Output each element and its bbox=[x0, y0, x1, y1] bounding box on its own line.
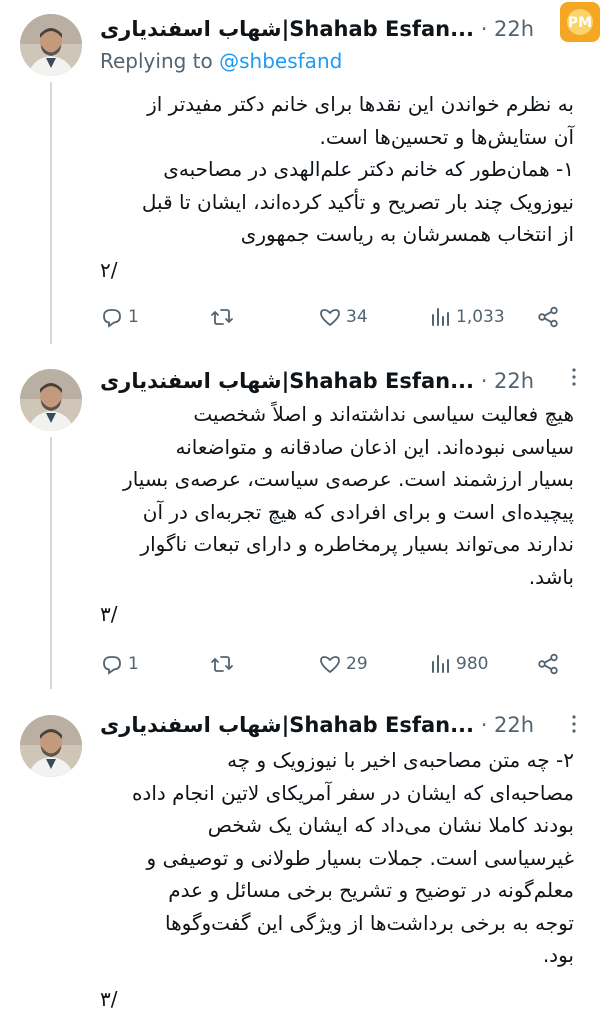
view-count: 980 bbox=[456, 654, 489, 674]
replying-to: Replying to @shbesfand bbox=[100, 47, 342, 75]
reply-count: 1 bbox=[128, 307, 139, 327]
thread-counter: ۳/ bbox=[100, 987, 118, 1011]
views-button[interactable]: 980 bbox=[428, 649, 488, 679]
tweet-line: پیچیده‌ای است و برای افرادی که هیچ تجربه… bbox=[142, 499, 574, 524]
share-icon bbox=[538, 653, 558, 675]
tweet-line: ۱- همان‌طور که خانم دکتر علم‌الهدی در مص… bbox=[163, 157, 574, 181]
thread-counter: ۳/ bbox=[100, 602, 118, 626]
tweet-line: ۲- چه متن مصاحبه‌ی اخیر با نیوزویک و چه bbox=[227, 748, 574, 772]
retweet-icon bbox=[211, 656, 233, 672]
tweet-header: شهاب اسفندیاری|Shahab Esfan... · 22h bbox=[100, 364, 562, 398]
more-icon bbox=[572, 368, 576, 386]
more-options-button[interactable] bbox=[564, 712, 584, 742]
like-count: 34 bbox=[346, 307, 368, 327]
views-icon bbox=[432, 308, 449, 326]
retweet-button[interactable] bbox=[210, 649, 238, 679]
avatar-image bbox=[20, 369, 82, 431]
thread-counter: ۲/ bbox=[100, 258, 118, 282]
tweet-line: به نظرم خواندن این نقدها برای خانم دکتر … bbox=[147, 92, 574, 116]
share-icon bbox=[538, 306, 558, 328]
like-button[interactable]: 29 bbox=[318, 649, 368, 679]
avatar-image bbox=[20, 715, 82, 777]
views-icon bbox=[432, 655, 449, 673]
tweet-header: شهاب اسفندیاری|Shahab Esfan... · 22h bbox=[100, 12, 562, 46]
tweet-2[interactable]: شهاب اسفندیاری|Shahab Esfan... · 22h هیچ… bbox=[0, 345, 602, 690]
like-icon bbox=[320, 656, 340, 673]
tweet-line: نیوزویک چند بار تصریح و تأکید کرده‌اند، … bbox=[141, 189, 574, 214]
retweet-icon bbox=[211, 309, 233, 325]
retweet-button[interactable] bbox=[210, 302, 238, 332]
reply-button[interactable]: 1 bbox=[100, 649, 139, 679]
action-bar: 1 34 1,033 bbox=[100, 302, 580, 332]
author-name[interactable]: شهاب اسفندیاری|Shahab Esfan... bbox=[100, 17, 474, 41]
like-icon bbox=[320, 309, 340, 326]
avatar[interactable] bbox=[20, 14, 82, 76]
share-button[interactable] bbox=[536, 302, 560, 332]
reply-count: 1 bbox=[128, 654, 139, 674]
replying-prefix: Replying to bbox=[100, 49, 213, 73]
tweet-text: ۲- چه متن مصاحبه‌ی اخیر با نیوزویک و چه … bbox=[100, 744, 574, 972]
tweet-line: سیاسی نبوده‌اند. این اذعان صادقانه و متو… bbox=[175, 434, 574, 459]
views-button[interactable]: 1,033 bbox=[428, 302, 505, 332]
timestamp[interactable]: · 22h bbox=[481, 17, 534, 41]
tweet-line: معلم‌گونه در توضیح و تشریح برخی مسائل و … bbox=[168, 878, 574, 902]
view-count: 1,033 bbox=[456, 307, 505, 327]
reply-icon bbox=[103, 309, 121, 328]
thread-connector bbox=[50, 437, 52, 689]
tweet-3[interactable]: شهاب اسفندیاری|Shahab Esfan... · 22h ۲- … bbox=[0, 690, 602, 1024]
replying-handle[interactable]: @shbesfand bbox=[219, 49, 342, 73]
tweet-line: هیچ فعالیت سیاسی نداشته‌اند و اصلاً شخصی… bbox=[193, 402, 574, 426]
share-button[interactable] bbox=[536, 649, 560, 679]
timestamp[interactable]: · 22h bbox=[481, 713, 534, 737]
more-options-button[interactable] bbox=[564, 365, 584, 395]
tweet-line: بود. bbox=[542, 943, 574, 967]
tweet-line: توجه به برخی برداشت‌ها از ویژگی این گفت‌… bbox=[165, 910, 574, 935]
tweet-line: غیرسیاسی است. جملات بسیار طولانی و توصیف… bbox=[146, 845, 574, 870]
thread-connector bbox=[50, 82, 52, 344]
tweet-line: از انتخاب همسرشان به ریاست جمهوری bbox=[240, 222, 574, 246]
tweet-1[interactable]: شهاب اسفندیاری|Shahab Esfan... · 22h Rep… bbox=[0, 0, 602, 345]
reply-icon bbox=[103, 656, 121, 675]
tweet-line: باشد. bbox=[528, 564, 574, 589]
avatar[interactable] bbox=[20, 715, 82, 777]
tweet-line: بسیار ارزشمند است. عرصه‌ی سیاست، عرصه‌ی … bbox=[123, 467, 574, 491]
avatar-image bbox=[20, 14, 82, 76]
reply-button[interactable]: 1 bbox=[100, 302, 139, 332]
like-count: 29 bbox=[346, 654, 368, 674]
tweet-line: آن ستایش‌ها و تحسین‌ها است. bbox=[319, 124, 574, 149]
like-button[interactable]: 34 bbox=[318, 302, 368, 332]
tweet-line: مصاحبه‌ای که ایشان در سفر آمریکای لاتین … bbox=[131, 780, 574, 805]
tweet-line: بودند کاملا نشان می‌داد که ایشان یک شخص bbox=[207, 813, 574, 837]
action-bar: 1 29 980 bbox=[100, 649, 580, 679]
author-name[interactable]: شهاب اسفندیاری|Shahab Esfan... bbox=[100, 713, 474, 737]
tweet-text: هیچ فعالیت سیاسی نداشته‌اند و اصلاً شخصی… bbox=[100, 398, 574, 593]
tweet-line: ندارند می‌تواند بسیار پرمخاطره و دارای ت… bbox=[140, 532, 574, 556]
more-icon bbox=[572, 715, 576, 733]
timestamp[interactable]: · 22h bbox=[481, 369, 534, 393]
tweet-text: به نظرم خواندن این نقدها برای خانم دکتر … bbox=[100, 88, 574, 251]
author-name[interactable]: شهاب اسفندیاری|Shahab Esfan... bbox=[100, 369, 474, 393]
avatar[interactable] bbox=[20, 369, 82, 431]
tweet-header: شهاب اسفندیاری|Shahab Esfan... · 22h bbox=[100, 708, 562, 742]
